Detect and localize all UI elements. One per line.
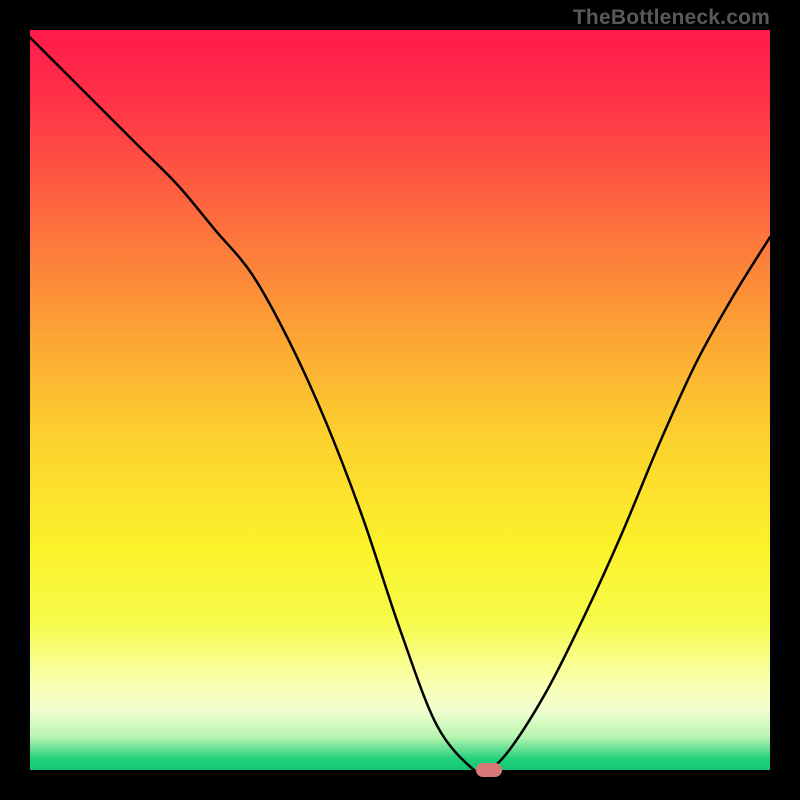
plot-area <box>30 30 770 770</box>
gradient-background <box>30 30 770 770</box>
watermark-text: TheBottleneck.com <box>573 6 770 30</box>
chart-container: TheBottleneck.com <box>0 0 800 800</box>
optimal-marker <box>476 763 502 777</box>
